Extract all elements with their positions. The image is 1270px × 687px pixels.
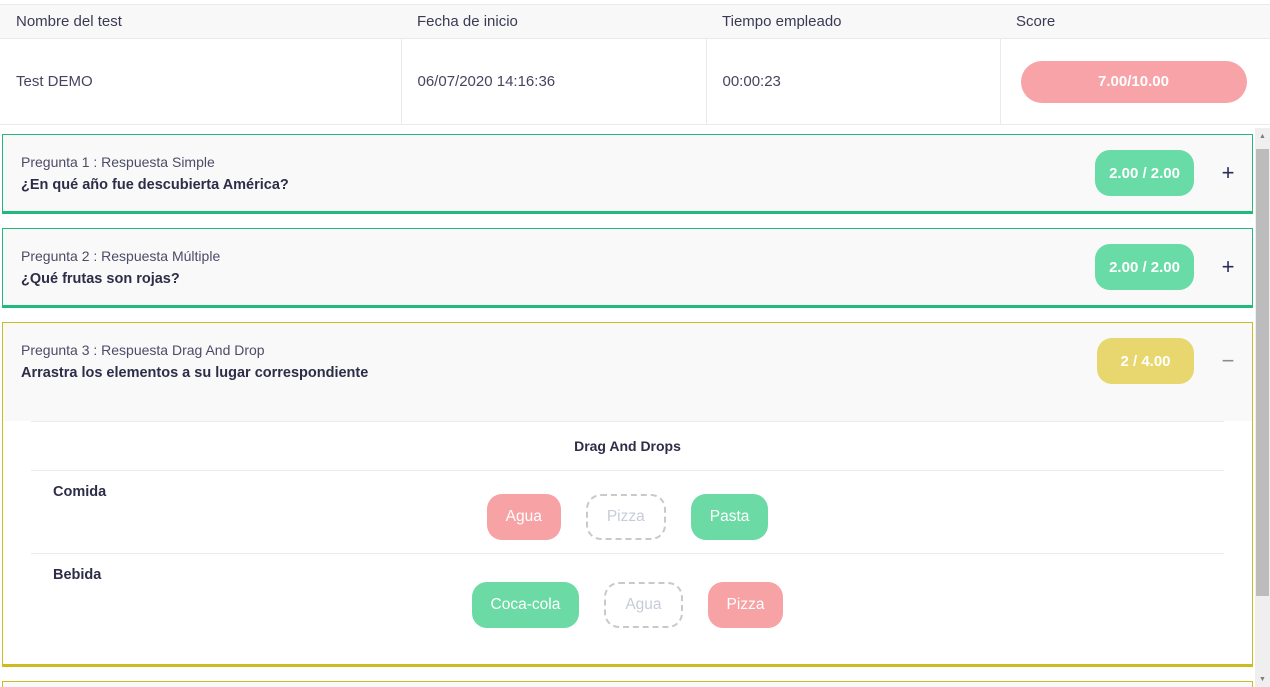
question-card-1: Pregunta 1 : Respuesta Simple ¿En qué añ… [2, 134, 1253, 214]
chips-row: Coca-cola Agua Pizza [31, 582, 1224, 628]
expand-icon[interactable]: + [1218, 163, 1238, 183]
collapse-icon[interactable]: − [1218, 351, 1238, 371]
question-2-titles: Pregunta 2 : Respuesta Múltiple ¿Qué fru… [21, 248, 1095, 287]
column-header-test-name: Nombre del test [0, 5, 401, 39]
table-header-row: Nombre del test Fecha de inicio Tiempo e… [0, 5, 1270, 39]
question-card-4-partial [2, 681, 1253, 687]
question-3-titles: Pregunta 3 : Respuesta Drag And Drop Arr… [21, 342, 1097, 381]
drag-chip[interactable]: Agua [487, 494, 561, 540]
drag-drop-title: Drag And Drops [31, 421, 1224, 471]
drag-chip[interactable]: Coca-cola [472, 582, 580, 628]
drag-drop-panel: Drag And Drops Comida Agua Pizza Pasta B… [3, 421, 1252, 664]
group-label: Comida [53, 484, 106, 500]
table-row: Test DEMO 06/07/2020 14:16:36 00:00:23 7… [0, 39, 1270, 125]
question-1-type: Pregunta 1 : Respuesta Simple [21, 154, 1095, 170]
expand-icon[interactable]: + [1218, 257, 1238, 277]
scroll-down-button[interactable]: ▼ [1255, 671, 1270, 687]
total-score-badge: 7.00/10.00 [1021, 61, 1247, 103]
column-header-start-date: Fecha de inicio [401, 5, 706, 39]
questions-list: Pregunta 1 : Respuesta Simple ¿En qué añ… [2, 134, 1253, 687]
scrollbar-thumb[interactable] [1256, 149, 1269, 596]
question-card-2: Pregunta 2 : Respuesta Múltiple ¿Qué fru… [2, 228, 1253, 308]
scroll-up-button[interactable]: ▲ [1255, 128, 1270, 144]
question-2-score-badge: 2.00 / 2.00 [1095, 244, 1194, 290]
question-2-text: ¿Qué frutas son rojas? [21, 271, 1095, 287]
question-3-header[interactable]: Pregunta 3 : Respuesta Drag And Drop Arr… [3, 323, 1252, 399]
question-card-3: Pregunta 3 : Respuesta Drag And Drop Arr… [2, 322, 1253, 667]
question-1-text: ¿En qué año fue descubierta América? [21, 177, 1095, 193]
results-table: Nombre del test Fecha de inicio Tiempo e… [0, 4, 1270, 125]
drag-drop-group-bebida: Bebida Coca-cola Agua Pizza [31, 554, 1224, 644]
drag-drop-group-comida: Comida Agua Pizza Pasta [31, 471, 1224, 554]
vertical-scrollbar[interactable]: ▲ ▼ [1255, 128, 1270, 687]
column-header-time-spent: Tiempo empleado [706, 5, 1000, 39]
time-spent-cell: 00:00:23 [706, 39, 1000, 125]
score-cell: 7.00/10.00 [1000, 39, 1270, 125]
group-label: Bebida [53, 567, 101, 583]
drag-chip-placeholder[interactable]: Agua [604, 582, 682, 628]
test-name-cell: Test DEMO [0, 39, 401, 125]
question-1-score-badge: 2.00 / 2.00 [1095, 150, 1194, 196]
chips-row: Agua Pizza Pasta [31, 494, 1224, 540]
question-4-header[interactable] [3, 682, 1252, 687]
question-2-type: Pregunta 2 : Respuesta Múltiple [21, 248, 1095, 264]
question-1-header[interactable]: Pregunta 1 : Respuesta Simple ¿En qué añ… [3, 135, 1252, 211]
start-date-cell: 06/07/2020 14:16:36 [401, 39, 706, 125]
drag-chip[interactable]: Pizza [708, 582, 784, 628]
question-2-header[interactable]: Pregunta 2 : Respuesta Múltiple ¿Qué fru… [3, 229, 1252, 305]
drag-chip[interactable]: Pasta [691, 494, 769, 540]
column-header-score: Score [1000, 5, 1270, 39]
question-3-text: Arrastra los elementos a su lugar corres… [21, 365, 1097, 381]
question-1-titles: Pregunta 1 : Respuesta Simple ¿En qué añ… [21, 154, 1095, 193]
question-3-type: Pregunta 3 : Respuesta Drag And Drop [21, 342, 1097, 358]
question-3-score-badge: 2 / 4.00 [1097, 338, 1194, 384]
drag-chip-placeholder[interactable]: Pizza [586, 494, 666, 540]
